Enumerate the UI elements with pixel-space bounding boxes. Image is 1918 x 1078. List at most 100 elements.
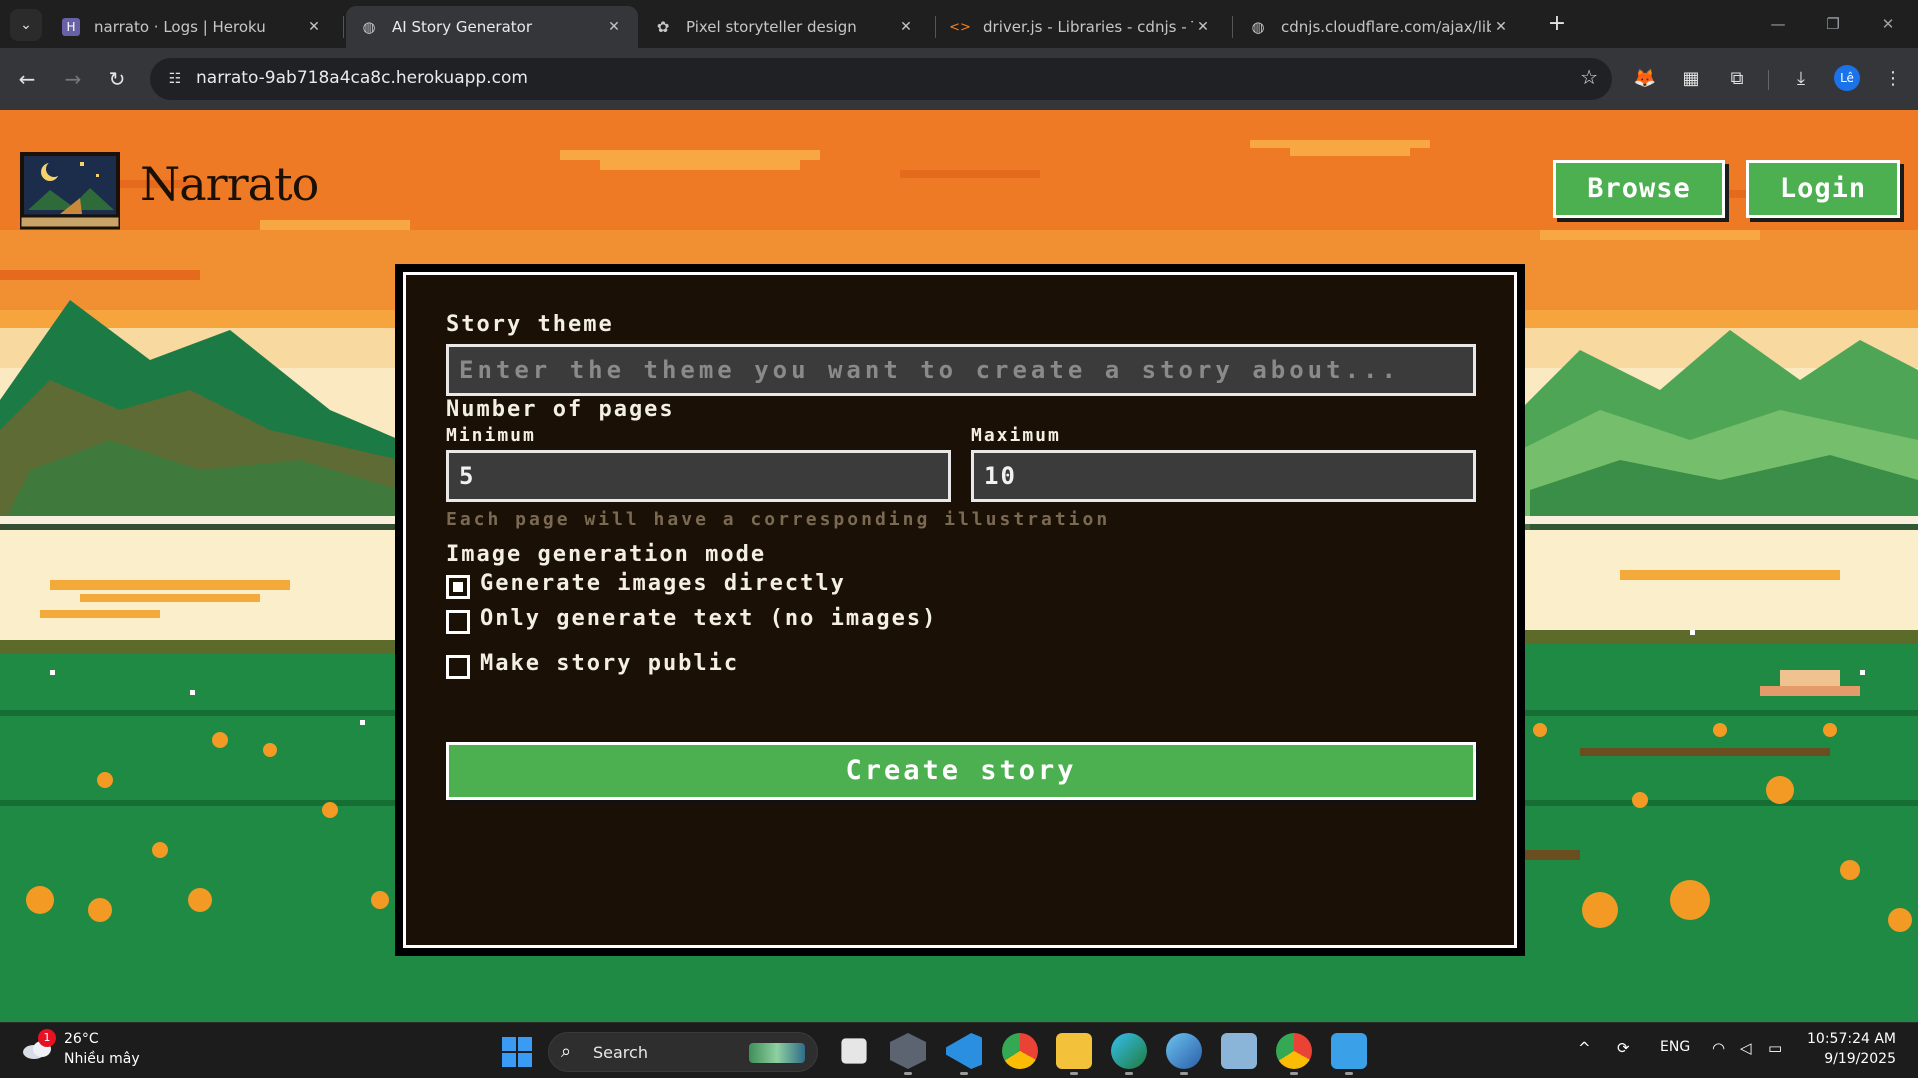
- tab-title: AI Story Generator: [392, 18, 533, 36]
- running-indicator: [960, 1072, 968, 1075]
- weather-notification-badge: 1: [38, 1029, 56, 1047]
- tab-separator: [1232, 16, 1233, 38]
- battery-icon[interactable]: ▭: [1768, 1039, 1782, 1057]
- pages-hint: Each page will have a corresponding illu…: [446, 509, 1111, 530]
- tab-driverjs-cdnjs[interactable]: <> driver.js - Libraries - cdnjs - The ✕: [937, 6, 1227, 48]
- windows-taskbar: 1 26°C Nhiều mây ⌕ Search ^ ⟳ ENG ◠ ◁ ▭ …: [0, 1022, 1918, 1078]
- browser-toolbar: ← → ↻ ☷ narrato-9ab718a4ca8c.herokuapp.c…: [0, 48, 1918, 110]
- vscode-icon[interactable]: [946, 1033, 982, 1069]
- chrome-icon[interactable]: [1002, 1033, 1038, 1069]
- browse-button[interactable]: Browse: [1553, 160, 1725, 218]
- qr-code-icon[interactable]: ▦: [1676, 64, 1706, 94]
- close-icon[interactable]: ✕: [896, 19, 916, 35]
- story-theme-label: Story theme: [446, 312, 614, 337]
- downloads-icon[interactable]: ⤓: [1786, 64, 1816, 94]
- generate-images-checkbox[interactable]: [446, 575, 470, 599]
- tab-title: Pixel storyteller design: [686, 18, 857, 36]
- volume-icon[interactable]: ◁: [1740, 1039, 1752, 1057]
- running-indicator: [1125, 1072, 1133, 1075]
- minimize-button[interactable]: —: [1758, 8, 1798, 40]
- url-text[interactable]: narrato-9ab718a4ca8c.herokuapp.com: [196, 68, 528, 88]
- restore-button[interactable]: ❐: [1813, 8, 1853, 40]
- minimum-pages-input[interactable]: 5: [446, 450, 951, 502]
- tab-title: driver.js - Libraries - cdnjs - The: [983, 18, 1193, 36]
- wifi-icon[interactable]: ◠: [1712, 1039, 1725, 1057]
- reload-button[interactable]: ↻: [100, 62, 134, 96]
- tab-heroku-logs[interactable]: H narrato · Logs | Heroku ✕: [48, 6, 338, 48]
- code-icon: <>: [949, 19, 971, 35]
- show-hidden-icons[interactable]: ^: [1578, 1039, 1591, 1057]
- text-only-label[interactable]: Only generate text (no images): [480, 606, 937, 631]
- number-of-pages-label: Number of pages: [446, 397, 675, 422]
- minimum-label: Minimum: [446, 425, 536, 446]
- close-icon[interactable]: ✕: [604, 19, 624, 35]
- close-icon[interactable]: ✕: [1491, 19, 1511, 35]
- notepad-icon[interactable]: [1331, 1033, 1367, 1069]
- unity-hub-icon[interactable]: [890, 1033, 926, 1069]
- language-indicator[interactable]: ENG: [1660, 1039, 1690, 1055]
- create-story-button[interactable]: Create story: [446, 742, 1476, 800]
- generate-images-label[interactable]: Generate images directly: [480, 571, 846, 596]
- narrato-logo-icon[interactable]: [20, 150, 120, 230]
- clock-date[interactable]: 9/19/2025: [1824, 1051, 1896, 1067]
- photo-app-icon[interactable]: [1221, 1033, 1257, 1069]
- close-icon[interactable]: ✕: [1193, 19, 1213, 35]
- profile-avatar[interactable]: Lê: [1834, 65, 1860, 91]
- bookmark-star-icon[interactable]: ☆: [1580, 65, 1598, 89]
- tab-title: narrato · Logs | Heroku: [94, 18, 266, 36]
- tab-ai-story-generator[interactable]: ◍ AI Story Generator ✕: [346, 6, 638, 48]
- make-public-label[interactable]: Make story public: [480, 651, 739, 676]
- running-indicator: [1345, 1072, 1353, 1075]
- maximum-label: Maximum: [971, 425, 1061, 446]
- maximum-pages-input[interactable]: 10: [971, 450, 1476, 502]
- story-theme-input[interactable]: Enter the theme you want to create a sto…: [446, 344, 1476, 396]
- sync-icon[interactable]: ⟳: [1617, 1039, 1630, 1057]
- edge-icon[interactable]: [1111, 1033, 1147, 1069]
- tab-strip: ⌄ H narrato · Logs | Heroku ✕ ◍ AI Story…: [0, 0, 1918, 48]
- close-window-button[interactable]: ✕: [1868, 8, 1908, 40]
- weather-description[interactable]: Nhiều mây: [64, 1051, 140, 1067]
- story-form: Story theme Enter the theme you want to …: [403, 272, 1517, 948]
- running-indicator: [1290, 1072, 1298, 1075]
- openai-icon: ✿: [656, 18, 670, 36]
- globe-icon: ◍: [362, 18, 376, 36]
- new-tab-button[interactable]: +: [1542, 10, 1572, 40]
- close-icon[interactable]: ✕: [304, 19, 324, 35]
- toolbar-separator: [1768, 70, 1769, 90]
- tab-separator: [343, 16, 344, 38]
- text-only-checkbox[interactable]: [446, 610, 470, 634]
- login-button[interactable]: Login: [1746, 160, 1900, 218]
- make-public-checkbox[interactable]: [446, 655, 470, 679]
- page-viewport: Narrato Browse Login Story theme Enter t…: [0, 110, 1918, 1022]
- globe-icon: ◍: [1251, 18, 1265, 36]
- tab-cdnjs-cloudflare[interactable]: ◍ cdnjs.cloudflare.com/ajax/libs/d ✕: [1235, 6, 1525, 48]
- address-bar[interactable]: ☷ narrato-9ab718a4ca8c.herokuapp.com ☆: [150, 58, 1612, 100]
- task-view-icon[interactable]: [841, 1038, 867, 1064]
- tab-pixel-storyteller[interactable]: ✿ Pixel storyteller design ✕: [640, 6, 930, 48]
- weather-temperature[interactable]: 26°C: [64, 1031, 99, 1047]
- chrome-profile-icon[interactable]: [1276, 1033, 1312, 1069]
- tab-separator: [935, 16, 936, 38]
- metamask-extension-icon[interactable]: 🦊: [1630, 64, 1660, 94]
- tab-title: cdnjs.cloudflare.com/ajax/libs/d: [1281, 18, 1491, 36]
- tab-search-button[interactable]: ⌄: [10, 9, 42, 41]
- back-button[interactable]: ←: [10, 62, 44, 96]
- running-indicator: [1070, 1072, 1078, 1075]
- browser-menu-icon[interactable]: ⋮: [1878, 64, 1908, 94]
- clock-time[interactable]: 10:57:24 AM: [1807, 1031, 1896, 1047]
- taskbar-search[interactable]: ⌕ Search: [548, 1032, 818, 1072]
- heroku-icon: H: [62, 18, 80, 36]
- brand-name[interactable]: Narrato: [140, 157, 319, 211]
- image-mode-label: Image generation mode: [446, 542, 767, 567]
- globe-app-icon[interactable]: [1166, 1033, 1202, 1069]
- windows-start-icon[interactable]: [502, 1037, 532, 1067]
- extensions-puzzle-icon[interactable]: ⧉: [1722, 64, 1752, 94]
- site-info-icon[interactable]: ☷: [160, 64, 190, 94]
- forward-button[interactable]: →: [56, 62, 90, 96]
- file-explorer-icon[interactable]: [1056, 1033, 1092, 1069]
- story-form-card: Story theme Enter the theme you want to …: [395, 264, 1525, 956]
- search-highlight-image: [749, 1043, 805, 1063]
- running-indicator: [904, 1072, 912, 1075]
- search-icon: ⌕: [561, 1041, 572, 1062]
- taskbar-search-label: Search: [593, 1043, 648, 1062]
